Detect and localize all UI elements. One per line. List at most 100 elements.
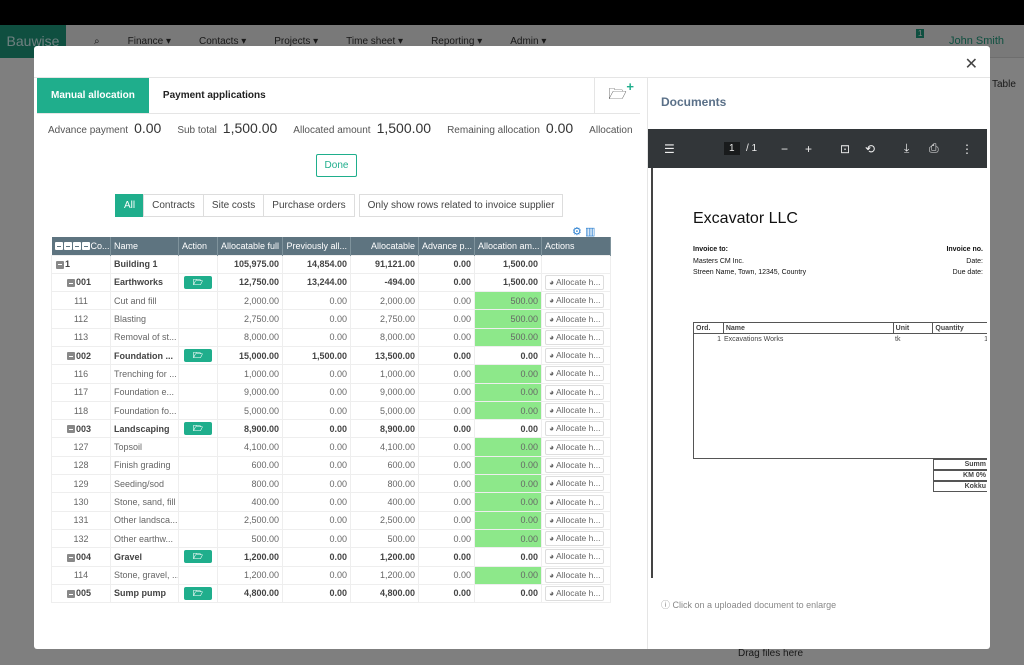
advance-cell: 0.00 (418, 419, 475, 439)
allocatable-full-cell: 2,750.00 (217, 309, 283, 329)
folder-open-icon[interactable]: 🗁 (184, 275, 212, 289)
allocation-amount-cell[interactable]: 0.00 (474, 492, 542, 512)
allocation-amount-cell[interactable]: 0.00 (474, 400, 542, 421)
allocate-button[interactable]: ◕ Allocate h... (545, 476, 605, 492)
allocate-button[interactable]: ◕ Allocate h... (545, 348, 605, 364)
allocate-button[interactable]: ◕ Allocate h... (545, 421, 605, 437)
allocation-amount-cell[interactable]: 0.00 (474, 510, 542, 530)
column-header[interactable]: Allocatable (350, 237, 419, 255)
tab-manual-allocation[interactable]: Manual allocation (37, 78, 149, 113)
zoom-in-icon[interactable]: + (805, 142, 812, 156)
code: 132 (73, 533, 89, 544)
rotate-icon[interactable]: ⟲ (865, 142, 875, 156)
allocation-amount-cell[interactable]: 0.00 (474, 382, 542, 402)
folder-open-icon[interactable]: 🗁 (184, 349, 212, 363)
filter-contracts[interactable]: Contracts (143, 194, 204, 217)
column-header[interactable]: Allocatable full (217, 237, 283, 255)
filter-supplier-rows[interactable]: Only show rows related to invoice suppli… (358, 194, 564, 217)
collapse-icon[interactable] (67, 279, 75, 288)
add-folder-icon[interactable]: 🗁 + (594, 78, 640, 114)
allocate-button[interactable]: ◕ Allocate h... (545, 567, 605, 583)
folder-open-icon[interactable]: 🗁 (184, 550, 212, 564)
menu-icon[interactable]: ☰ (664, 142, 675, 156)
collapse-icon[interactable] (67, 425, 75, 434)
column-header[interactable]: Co... (51, 237, 111, 255)
code-cell[interactable]: 003 (51, 419, 111, 439)
allocate-button[interactable]: ◕ Allocate h... (545, 457, 605, 473)
allocatable-full-cell: 1,200.00 (217, 565, 283, 585)
column-header[interactable]: Previously all... (282, 237, 351, 255)
allocatable-cell: 800.00 (350, 474, 419, 494)
pie-chart-icon: ◕ (549, 350, 555, 361)
allocate-button[interactable]: ◕ Allocate h... (545, 274, 605, 290)
filter-all[interactable]: All (115, 194, 145, 217)
tab-payment-applications[interactable]: Payment applications (149, 78, 280, 113)
collapse-icon[interactable] (67, 553, 75, 562)
collapse-icon[interactable] (56, 260, 64, 269)
allocate-button[interactable]: ◕ Allocate h... (545, 311, 605, 327)
previously-allocated-cell: 0.00 (282, 547, 351, 567)
collapse-icon[interactable] (67, 352, 75, 361)
download-icon[interactable]: ⤓ (904, 141, 909, 156)
filter-purchase-orders[interactable]: Purchase orders (263, 194, 355, 217)
pdf-page[interactable]: Excavator LLC Invoice to: Masters CM Inc… (651, 168, 987, 578)
folder-open-icon[interactable]: 🗁 (184, 586, 212, 600)
pie-chart-icon: ◕ (549, 423, 555, 434)
filter-group: All Contracts Site costs Purchase orders… (115, 194, 564, 217)
filter-site-costs[interactable]: Site costs (202, 194, 265, 217)
allocate-button[interactable]: ◕ Allocate h... (545, 384, 605, 400)
allocation-amount-cell[interactable]: 0.00 (474, 437, 542, 457)
allocate-button[interactable]: ◕ Allocate h... (545, 549, 605, 565)
table-row: 129 Seeding/sod 800.00 0.00 800.00 0.00 0.00 ◕ … (51, 474, 611, 494)
actions-cell: ◕ Allocate h... (541, 309, 611, 329)
code: 130 (73, 497, 89, 507)
column-header[interactable]: Name (110, 237, 179, 255)
code-cell[interactable]: 004 (51, 547, 111, 567)
code-cell: 117 (51, 382, 111, 402)
code-cell: 127 (51, 437, 111, 457)
done-button[interactable]: Done (316, 154, 357, 177)
more-icon[interactable]: ⋮ (961, 142, 973, 156)
collapse-icon[interactable] (67, 590, 75, 599)
allocation-amount-cell[interactable]: 0.00 (474, 364, 542, 384)
allocate-button[interactable]: ◕ Allocate h... (545, 531, 605, 547)
column-header[interactable]: Allocation am... (474, 237, 542, 255)
zoom-out-icon[interactable]: − (781, 142, 788, 156)
allocate-button[interactable]: ◕ Allocate h... (545, 494, 605, 510)
column-header[interactable]: Action (178, 237, 218, 255)
allocate-button[interactable]: ◕ Allocate h... (545, 439, 605, 455)
code-cell[interactable]: 001 (51, 272, 111, 293)
folder-open-icon[interactable]: 🗁 (184, 422, 212, 436)
allocation-amount-cell[interactable]: 0.00 (474, 528, 542, 549)
allocate-button[interactable]: ◕ Allocate h... (545, 329, 605, 345)
advance-cell: 0.00 (418, 309, 475, 329)
allocate-button[interactable]: ◕ Allocate h... (545, 585, 605, 601)
allocation-amount-cell: 0.00 (474, 419, 542, 439)
allocatable-cell: 400.00 (350, 492, 419, 512)
column-header[interactable]: Actions (541, 237, 611, 255)
allocate-button[interactable]: ◕ Allocate h... (545, 366, 605, 382)
code-cell[interactable]: 002 (51, 345, 111, 366)
allocate-button[interactable]: ◕ Allocate h... (545, 293, 605, 309)
action-cell (178, 474, 218, 494)
allocatable-full-cell: 12,750.00 (217, 272, 283, 293)
fit-page-icon[interactable]: ⊡ (840, 142, 850, 156)
allocation-amount-cell[interactable]: 500.00 (474, 291, 542, 311)
allocation-amount-cell[interactable]: 0.00 (474, 474, 542, 494)
page-input[interactable]: 1 (724, 142, 740, 155)
print-icon[interactable]: ⎙ (929, 141, 939, 156)
allocation-amount-cell[interactable]: 500.00 (474, 309, 542, 329)
allocate-button[interactable]: ◕ Allocate h... (545, 403, 605, 419)
code-cell[interactable]: 005 (51, 583, 111, 604)
actions-cell: ◕ Allocate h... (541, 492, 611, 512)
close-icon[interactable]: ✕ (965, 54, 978, 74)
allocate-label: Allocate h... (556, 331, 601, 342)
allocation-amount-cell[interactable]: 0.00 (474, 565, 542, 585)
column-header[interactable]: Advance p... (418, 237, 475, 255)
allocate-button[interactable]: ◕ Allocate h... (545, 512, 605, 528)
allocation-amount-cell[interactable]: 500.00 (474, 327, 542, 347)
action-cell (178, 309, 218, 329)
code-cell[interactable]: 1 (51, 254, 111, 274)
allocation-amount-cell[interactable]: 0.00 (474, 455, 542, 476)
allocatable-full-cell: 5,000.00 (217, 400, 283, 421)
